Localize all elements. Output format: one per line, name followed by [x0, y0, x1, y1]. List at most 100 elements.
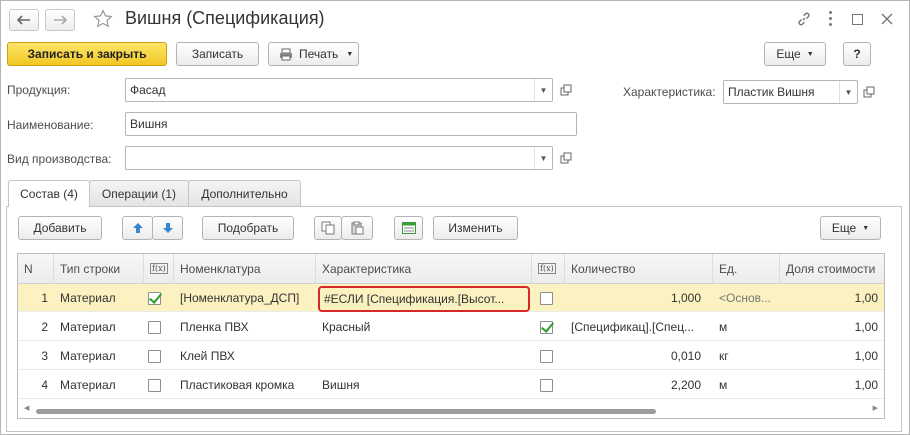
characteristic-field[interactable]: Пластик Вишня ▼ — [723, 80, 858, 104]
formula-checkbox[interactable] — [148, 320, 161, 334]
formula-icon: f(x) — [150, 263, 168, 274]
table-settings-button[interactable] — [394, 216, 423, 240]
cell-type: Материал — [60, 320, 116, 334]
column-header-characteristic[interactable]: Характеристика — [316, 254, 532, 284]
column-header-quantity[interactable]: Количество — [565, 254, 713, 284]
name-field[interactable]: Вишня — [125, 112, 577, 136]
copy-icon — [321, 221, 335, 235]
table-row[interactable]: 2 Материал Пленка ПВХ Красный [Специфика… — [18, 313, 884, 341]
arrow-left-icon — [17, 15, 30, 25]
column-header-formula-2[interactable]: f(x) — [532, 254, 565, 284]
cell-formula[interactable] — [144, 342, 174, 370]
characteristic-label: Характеристика: — [623, 85, 716, 99]
chevron-down-icon[interactable]: ▼ — [839, 81, 857, 103]
star-icon — [93, 9, 113, 28]
column-header-share[interactable]: Доля стоимости — [780, 254, 884, 284]
cell-formula[interactable] — [144, 284, 174, 312]
window-title: Вишня (Спецификация) — [125, 8, 325, 28]
column-header-formula[interactable]: f(x) — [144, 254, 174, 284]
tab-operations[interactable]: Операции (1) — [89, 180, 189, 206]
cell-unit: <Основ... — [719, 291, 772, 305]
formula-checkbox[interactable] — [540, 378, 553, 392]
cell-unit: кг — [719, 349, 729, 363]
open-icon[interactable] — [556, 146, 576, 170]
formula-checkbox[interactable] — [540, 291, 553, 305]
table-row[interactable]: 4 Материал Пластиковая кромка Вишня 2,20… — [18, 371, 884, 399]
cell-formula-2[interactable] — [532, 313, 565, 341]
specification-table: N Тип строки f(x) Номенклатура Характери… — [17, 253, 885, 419]
formula-checkbox[interactable] — [148, 349, 161, 363]
chevron-down-icon[interactable]: ▼ — [534, 147, 552, 169]
add-button[interactable]: Добавить — [18, 216, 102, 240]
copy-button[interactable] — [314, 216, 342, 240]
more-button[interactable]: Еще ▼ — [764, 42, 826, 66]
column-header-row-type[interactable]: Тип строки — [54, 254, 144, 284]
cell-formula-2[interactable] — [532, 371, 565, 399]
column-header-n[interactable]: N — [18, 254, 54, 284]
tab-composition[interactable]: Состав (4) — [8, 180, 90, 207]
cell-nomenclature: [Номенклатура_ДСП] — [180, 291, 300, 305]
table-icon — [401, 222, 416, 234]
cell-formula[interactable] — [144, 313, 174, 341]
link-icon[interactable] — [794, 9, 814, 29]
formula-checkbox[interactable] — [540, 320, 553, 334]
table-row[interactable]: 1 Материал [Номенклатура_ДСП] #ЕСЛИ [Спе… — [18, 284, 884, 312]
chevron-down-icon: ▼ — [346, 50, 354, 58]
cell-formula-2[interactable] — [532, 342, 565, 370]
formula-checkbox[interactable] — [540, 349, 553, 363]
cell-share: 1,00 — [854, 320, 878, 334]
cell-share: 1,00 — [854, 349, 878, 363]
move-up-button[interactable] — [122, 216, 153, 240]
maximize-icon[interactable] — [847, 9, 867, 29]
production-field[interactable]: ▼ — [125, 146, 553, 170]
cell-share: 1,00 — [854, 378, 878, 392]
change-button[interactable]: Изменить — [433, 216, 518, 240]
scrollbar-thumb[interactable] — [36, 409, 656, 414]
cell-type: Материал — [60, 349, 116, 363]
column-header-unit[interactable]: Ед. — [713, 254, 780, 284]
cell-nomenclature: Пленка ПВХ — [180, 320, 249, 334]
cell-formula-2[interactable] — [532, 284, 565, 312]
forward-button[interactable] — [45, 9, 75, 31]
cell-n: 2 — [41, 320, 48, 334]
scroll-right-icon[interactable]: ▶ — [873, 404, 878, 412]
move-down-button[interactable] — [152, 216, 183, 240]
cell-characteristic: Вишня — [322, 378, 360, 392]
paste-button[interactable] — [341, 216, 373, 240]
menu-dots-icon[interactable] — [823, 7, 837, 29]
formula-checkbox[interactable] — [148, 291, 161, 305]
pick-button[interactable]: Подобрать — [202, 216, 294, 240]
cell-type: Материал — [60, 291, 116, 305]
product-field[interactable]: Фасад ▼ — [125, 78, 553, 102]
cell-n: 4 — [41, 378, 48, 392]
chevron-down-icon[interactable]: ▼ — [534, 79, 552, 101]
cell-quantity: 1,000 — [670, 291, 701, 305]
save-button[interactable]: Записать — [176, 42, 259, 66]
print-label: Печать — [299, 47, 339, 61]
close-icon[interactable] — [877, 9, 897, 29]
print-button[interactable]: Печать ▼ — [268, 42, 359, 66]
horizontal-scrollbar[interactable]: ◀ ▶ — [22, 404, 880, 415]
cell-n: 3 — [41, 349, 48, 363]
name-label: Наименование: — [7, 118, 94, 132]
cell-nomenclature: Пластиковая кромка — [180, 378, 295, 392]
cell-characteristic — [316, 342, 532, 370]
scroll-left-icon[interactable]: ◀ — [24, 404, 29, 412]
product-value: Фасад — [130, 83, 166, 97]
table-row[interactable]: 3 Материал Клей ПВХ 0,010 кг 1,00 — [18, 342, 884, 370]
grid-more-button[interactable]: Еще ▼ — [820, 216, 881, 240]
column-header-nomenclature[interactable]: Номенклатура — [174, 254, 316, 284]
favorite-button[interactable] — [91, 7, 115, 31]
formula-checkbox[interactable] — [148, 378, 161, 392]
cell-characteristic-editing[interactable]: #ЕСЛИ [Спецификация.[Высот... — [318, 286, 530, 312]
open-icon[interactable] — [556, 78, 576, 102]
open-icon[interactable] — [859, 80, 879, 104]
save-and-close-button[interactable]: Записать и закрыть — [7, 42, 167, 66]
window: Вишня (Спецификация) Записать и закрыть … — [0, 0, 910, 435]
help-button[interactable]: ? — [843, 42, 871, 66]
tab-additional[interactable]: Дополнительно — [188, 180, 301, 206]
cell-unit: м — [719, 378, 728, 392]
arrow-down-icon — [162, 223, 173, 233]
cell-formula[interactable] — [144, 371, 174, 399]
back-button[interactable] — [9, 9, 39, 31]
